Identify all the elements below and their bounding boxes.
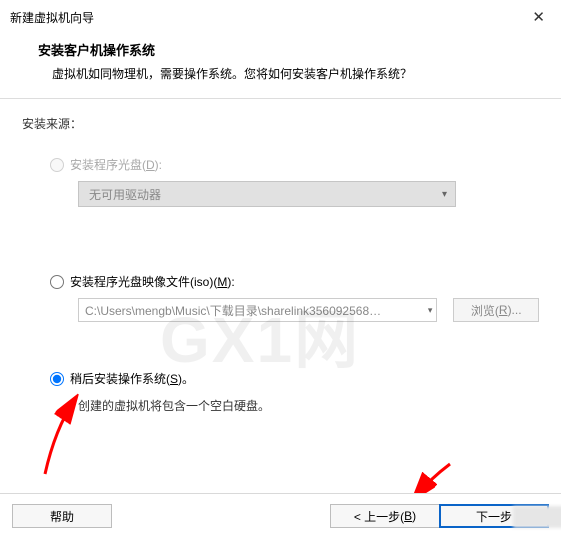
radio-iso-input[interactable] [50, 275, 64, 289]
radio-install-later-input[interactable] [50, 372, 64, 386]
blur-smudge [513, 506, 561, 528]
radio-iso-label: 安装程序光盘映像文件(iso)(M): [70, 273, 235, 290]
wizard-footer: 帮助 < 上一步(B) 下一步 [0, 493, 561, 540]
wizard-header: 安装客户机操作系统 虚拟机如同物理机，需要操作系统。您将如何安装客户机操作系统？ [0, 32, 561, 98]
browse-button[interactable]: 浏览(R)... [453, 298, 539, 322]
radio-installer-disc-input[interactable] [50, 158, 64, 172]
chevron-down-icon: ▾ [442, 189, 447, 200]
help-button[interactable]: 帮助 [12, 504, 112, 528]
source-label: 安装来源： [22, 115, 539, 132]
radio-installer-disc-label: 安装程序光盘(D): [70, 156, 162, 173]
close-icon[interactable]: ✕ [526, 6, 551, 28]
page-title: 安装客户机操作系统 [38, 40, 531, 59]
radio-iso[interactable]: 安装程序光盘映像文件(iso)(M): [50, 273, 539, 290]
iso-path-input[interactable]: C:\Users\mengb\Music\下载目录\sharelink35609… [78, 298, 437, 322]
install-later-note: 创建的虚拟机将包含一个空白硬盘。 [78, 397, 539, 414]
drive-dropdown[interactable]: 无可用驱动器 ▾ [78, 181, 456, 207]
radio-install-later-label: 稍后安装操作系统(S)。 [70, 370, 194, 387]
radio-install-later[interactable]: 稍后安装操作系统(S)。 [50, 370, 539, 387]
window-title: 新建虚拟机向导 [10, 9, 94, 26]
back-button[interactable]: < 上一步(B) [330, 504, 440, 528]
radio-installer-disc[interactable]: 安装程序光盘(D): [50, 156, 539, 173]
iso-path-value: C:\Users\mengb\Music\下载目录\sharelink35609… [85, 302, 381, 319]
chevron-down-icon: ▾ [428, 305, 433, 316]
drive-dropdown-value: 无可用驱动器 [89, 186, 161, 203]
page-subtitle: 虚拟机如同物理机，需要操作系统。您将如何安装客户机操作系统？ [52, 65, 531, 82]
next-button[interactable]: 下一步 [439, 504, 549, 528]
